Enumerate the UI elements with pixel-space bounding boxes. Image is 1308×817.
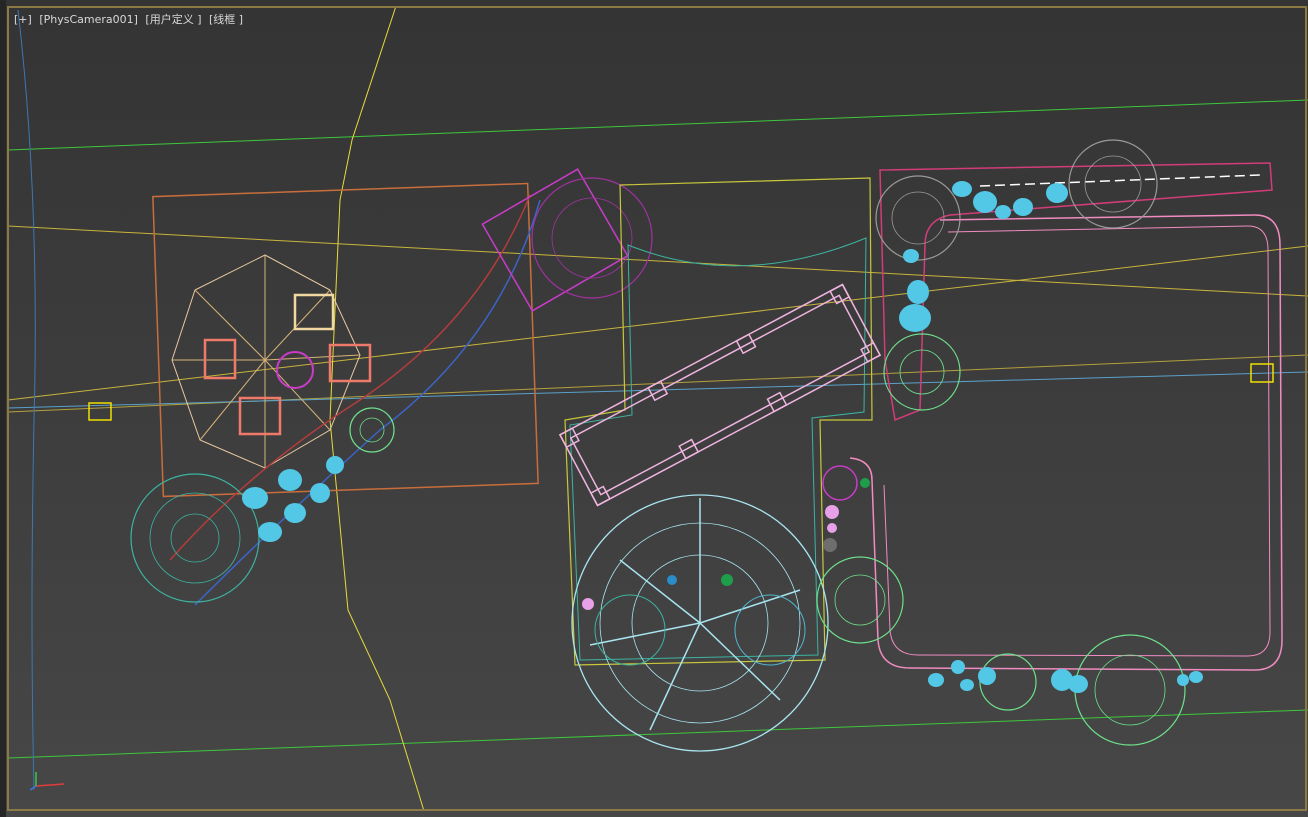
viewport-shading-menu[interactable]: [线框 ] <box>209 13 243 26</box>
tree-magenta-small <box>822 465 858 501</box>
tree-grey-2 <box>1068 139 1158 229</box>
curve-blue-left <box>17 9 36 791</box>
viewport-camera-menu[interactable]: [PhysCamera001] <box>39 13 138 26</box>
bush-cluster-left <box>242 456 344 542</box>
tree-green-2 <box>816 556 904 644</box>
tree-magenta <box>531 177 653 299</box>
viewport-perspective[interactable]: [+] [PhysCamera001] [用户定义 ] [线框 ] <box>0 0 1308 817</box>
tree-grey-1 <box>875 175 961 261</box>
table-center <box>276 351 314 389</box>
wireframe-scene[interactable] <box>0 0 1308 817</box>
viewport-menu-plus[interactable]: [+] <box>14 13 32 26</box>
pergola-wire <box>558 283 882 507</box>
chair-group <box>203 293 372 436</box>
axis-tripod-icon <box>30 772 65 791</box>
ground-line-green-bottom <box>7 709 1308 759</box>
walkway-pink-outer <box>879 162 1273 422</box>
tree-green-small <box>349 407 395 453</box>
viewport-view-menu[interactable]: [用户定义 ] <box>145 13 201 26</box>
ground-line-green-top <box>7 99 1308 151</box>
bush-cluster-right <box>899 181 1203 693</box>
tree-green-4 <box>1074 634 1186 746</box>
path-curve-blue <box>194 199 541 606</box>
viewport-label: [+] [PhysCamera001] [用户定义 ] [线框 ] <box>14 13 247 27</box>
pool-outline <box>564 177 873 666</box>
